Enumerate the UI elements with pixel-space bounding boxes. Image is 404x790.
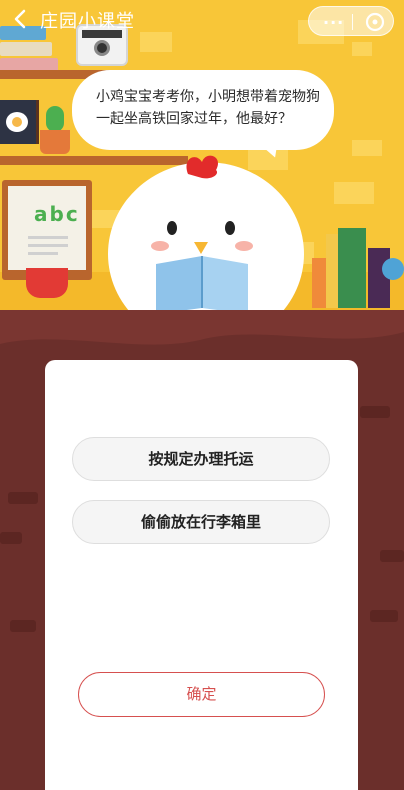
cactus-plant-icon xyxy=(40,104,70,156)
red-cup-icon xyxy=(26,268,68,298)
chicken-mascot xyxy=(108,155,304,310)
right-books xyxy=(312,228,404,308)
abc-letters: abc xyxy=(34,202,80,226)
close-icon[interactable] xyxy=(364,11,386,33)
bottom-edge-wave xyxy=(0,310,404,345)
flower-icon xyxy=(6,112,28,132)
wall-brick xyxy=(8,492,38,504)
wall-brick xyxy=(360,406,390,418)
wall-brick xyxy=(0,532,22,544)
confirm-button[interactable]: 确定 xyxy=(78,672,325,717)
globe-icon xyxy=(382,258,404,280)
abc-board: abc xyxy=(2,180,92,280)
option-button-2[interactable]: 偷偷放在行李箱里 xyxy=(72,500,330,544)
top-bar: 庄园小课堂 ··· xyxy=(0,0,404,40)
wall-brick xyxy=(370,610,398,622)
illustration-scene: abc 小鸡宝宝考考你，小明想带着宠物狗一起坐高铁回家过年，他最好？ xyxy=(0,0,404,310)
page-title: 庄园小课堂 xyxy=(40,11,135,32)
wall-brick xyxy=(380,550,404,562)
wall-brick xyxy=(10,620,36,632)
flower-picture-frame xyxy=(0,100,39,144)
question-text: 小鸡宝宝考考你，小明想带着宠物狗一起坐高铁回家过年，他最好？ xyxy=(96,89,320,127)
back-arrow-icon[interactable] xyxy=(10,8,32,30)
mini-program-capsule: ··· xyxy=(308,6,394,36)
more-icon[interactable]: ··· xyxy=(323,13,344,32)
answer-card xyxy=(45,360,358,790)
capsule-divider xyxy=(352,14,353,30)
option-button-1[interactable]: 按规定办理托运 xyxy=(72,437,330,481)
